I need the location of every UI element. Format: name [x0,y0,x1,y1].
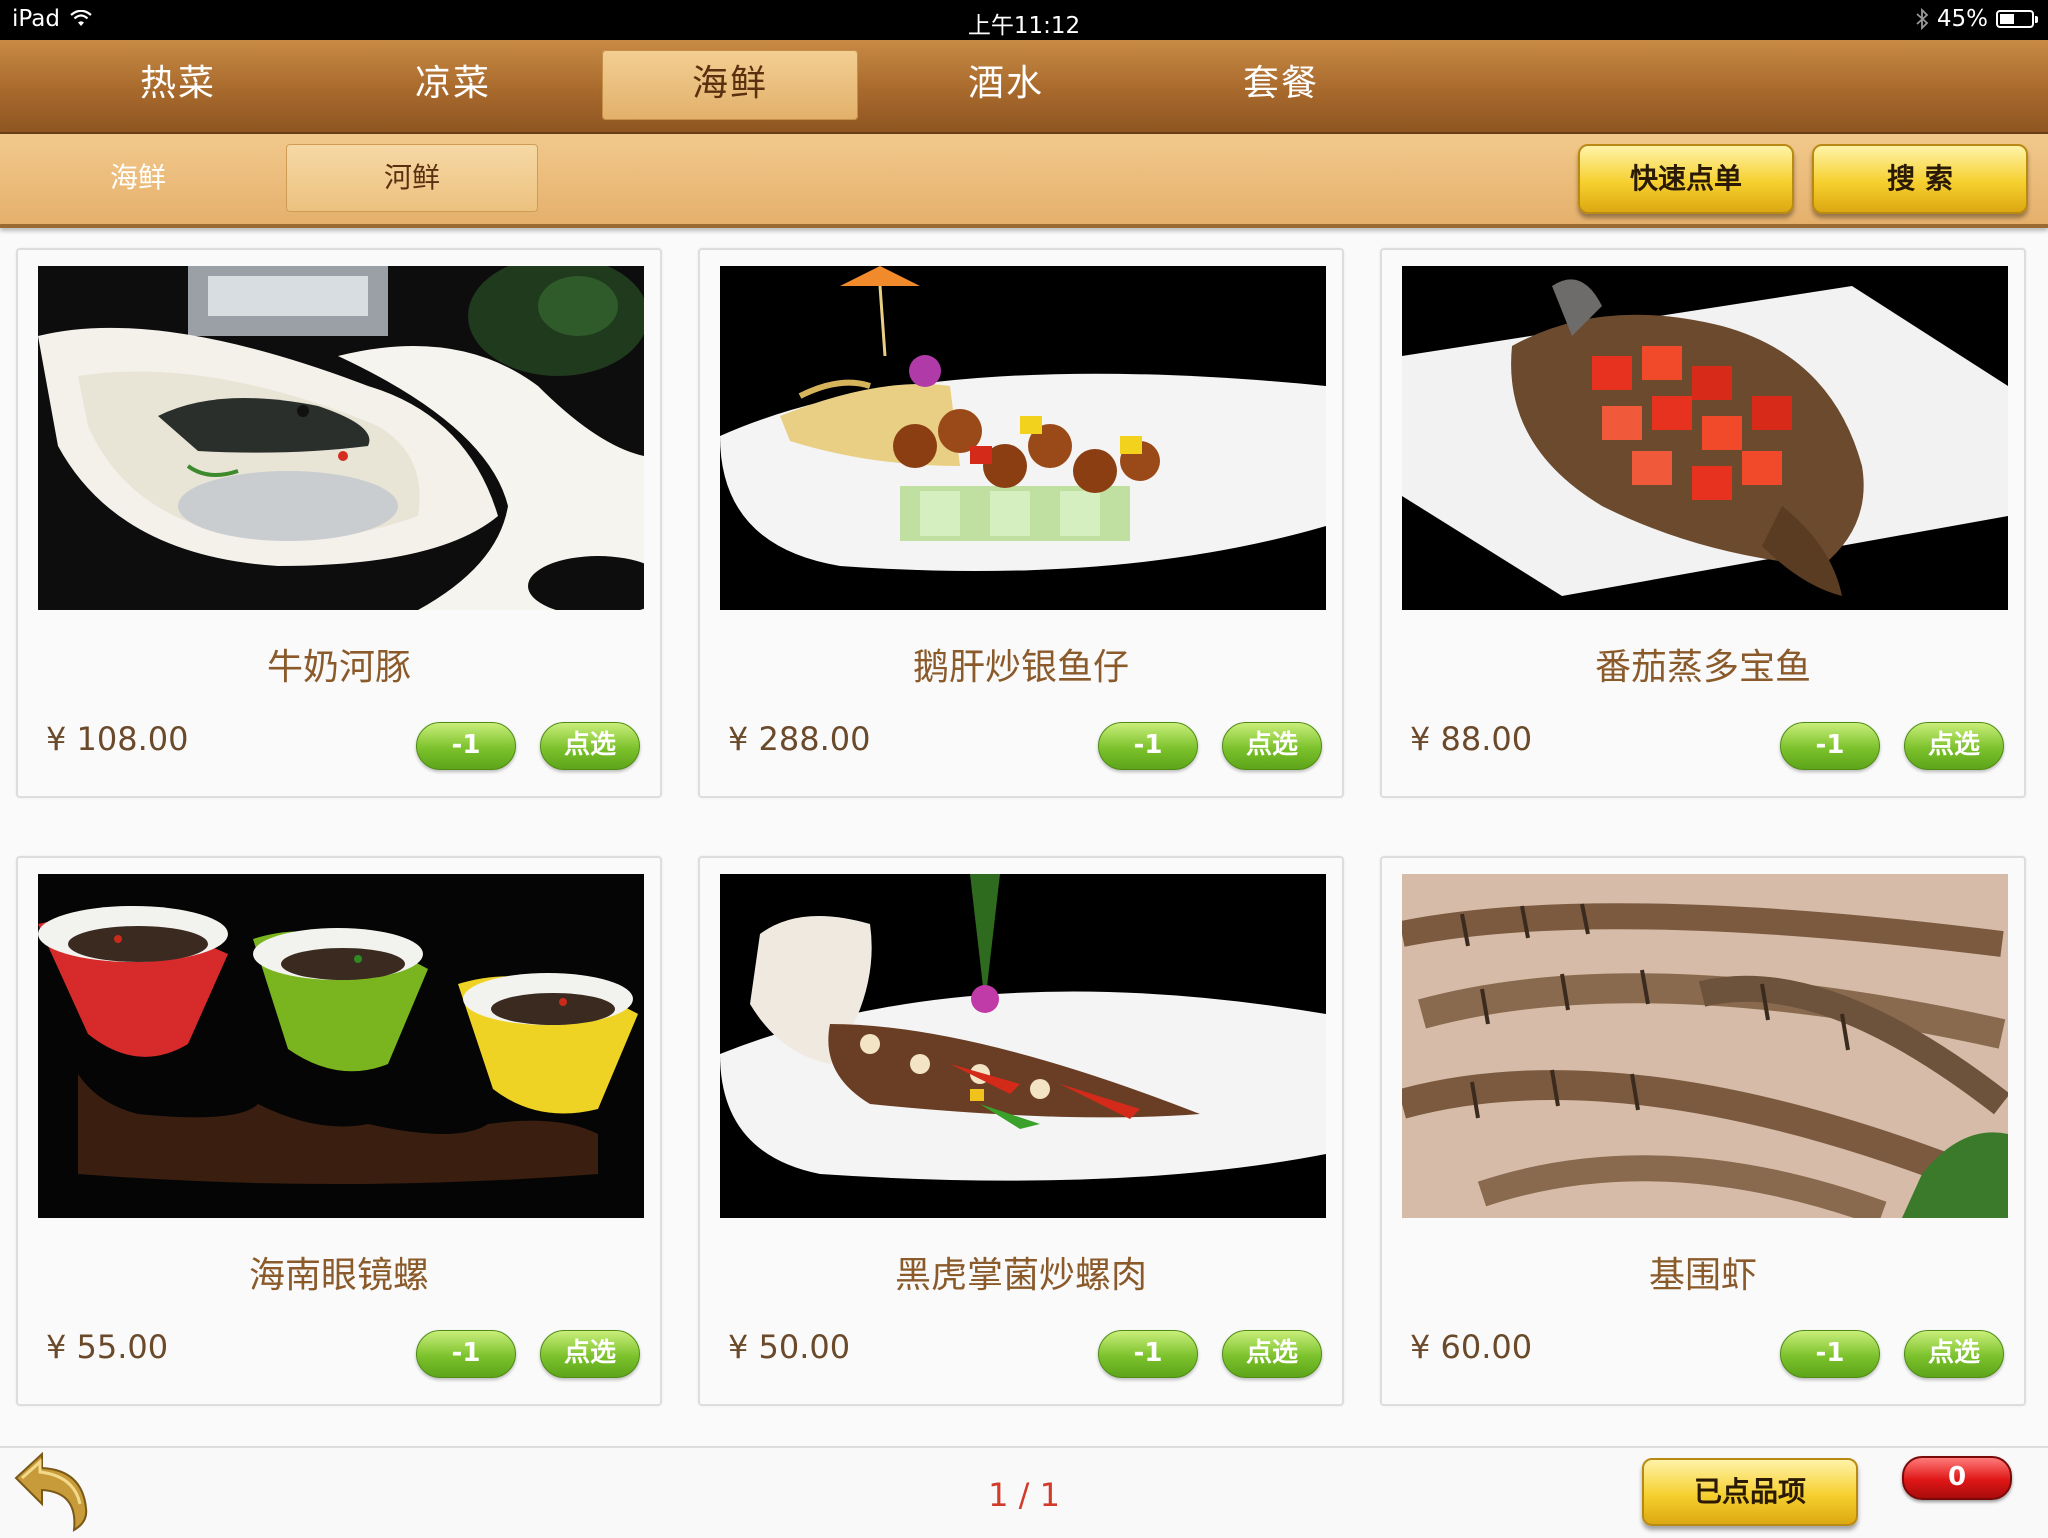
dish-name: 番茄蒸多宝鱼 [1594,647,1811,688]
foie-gras-silverfish-photo [720,266,1326,610]
tab-seafood[interactable]: 海鲜 [602,50,858,120]
subtab-sea-seafood[interactable]: 海鲜 [12,144,264,212]
clock: 上午11:12 [967,13,1081,39]
main-category-bar: 热菜 凉菜 海鲜 酒水 套餐 [0,40,2048,134]
raw-shrimp-photo [1402,874,2008,1218]
dish-price: ¥ 288.00 [728,720,871,758]
dish-card[interactable]: 牛奶河豚 ¥ 108.00 -1 点选 [16,248,662,798]
dish-name: 牛奶河豚 [266,647,411,688]
tab-hot-dishes[interactable]: 热菜 [50,50,306,120]
dish-price: ¥ 55.00 [46,1328,169,1366]
bluetooth-icon [1916,8,1929,30]
battery-percent: 45% [1936,6,1988,32]
dish-photo[interactable] [38,874,644,1218]
dish-name: 黑虎掌菌炒螺肉 [894,1255,1147,1296]
decrease-button[interactable]: -1 [1780,1330,1880,1378]
sub-category-bar: 海鲜 河鲜 快速点单 搜 索 [0,134,2048,228]
dish-photo[interactable] [720,874,1326,1218]
hainan-snails-photo [38,874,644,1218]
decrease-button[interactable]: -1 [416,722,516,770]
dish-price: ¥ 88.00 [1410,720,1533,758]
select-button[interactable]: 点选 [540,1330,640,1378]
dish-name: 海南眼镜螺 [248,1255,429,1296]
search-button[interactable]: 搜 索 [1812,144,2028,214]
select-button[interactable]: 点选 [1904,1330,2004,1378]
status-bar: iPad 上午11:12 45% [0,0,2048,40]
decrease-button[interactable]: -1 [1098,722,1198,770]
decrease-button[interactable]: -1 [1780,722,1880,770]
dish-photo[interactable] [720,266,1326,610]
dish-card[interactable]: 海南眼镜螺 ¥ 55.00 -1 点选 [16,856,662,1406]
mushroom-conch-photo [720,874,1326,1218]
dish-name: 鹅肝炒银鱼仔 [912,647,1129,688]
dish-photo[interactable] [1402,266,2008,610]
select-button[interactable]: 点选 [1904,722,2004,770]
tab-set-meals[interactable]: 套餐 [1153,50,1409,120]
tomato-turbot-photo [1402,266,2008,610]
dish-card[interactable]: 鹅肝炒银鱼仔 ¥ 288.00 -1 点选 [698,248,1344,798]
tab-drinks[interactable]: 酒水 [878,50,1134,120]
dish-name: 基围虾 [1648,1255,1757,1296]
select-button[interactable]: 点选 [1222,722,1322,770]
decrease-button[interactable]: -1 [1098,1330,1198,1378]
dish-card[interactable]: 番茄蒸多宝鱼 ¥ 88.00 -1 点选 [1380,248,2026,798]
decrease-button[interactable]: -1 [416,1330,516,1378]
ordered-items-button[interactable]: 已点品项 [1642,1458,1858,1526]
dish-card[interactable]: 黑虎掌菌炒螺肉 ¥ 50.00 -1 点选 [698,856,1344,1406]
battery-icon [1996,10,2038,28]
select-button[interactable]: 点选 [1222,1330,1322,1378]
ordered-count-badge: 0 [1902,1456,2012,1500]
dish-photo[interactable] [38,266,644,610]
select-button[interactable]: 点选 [540,722,640,770]
dish-photo[interactable] [1402,874,2008,1218]
dish-price: ¥ 108.00 [46,720,189,758]
quick-order-button[interactable]: 快速点单 [1578,144,1794,214]
tab-cold-dishes[interactable]: 凉菜 [325,50,581,120]
subtab-river-seafood[interactable]: 河鲜 [286,144,538,212]
milk-pufferfish-photo [38,266,644,610]
dish-price: ¥ 50.00 [728,1328,851,1366]
dish-price: ¥ 60.00 [1410,1328,1533,1366]
dish-card[interactable]: 基围虾 ¥ 60.00 -1 点选 [1380,856,2026,1406]
